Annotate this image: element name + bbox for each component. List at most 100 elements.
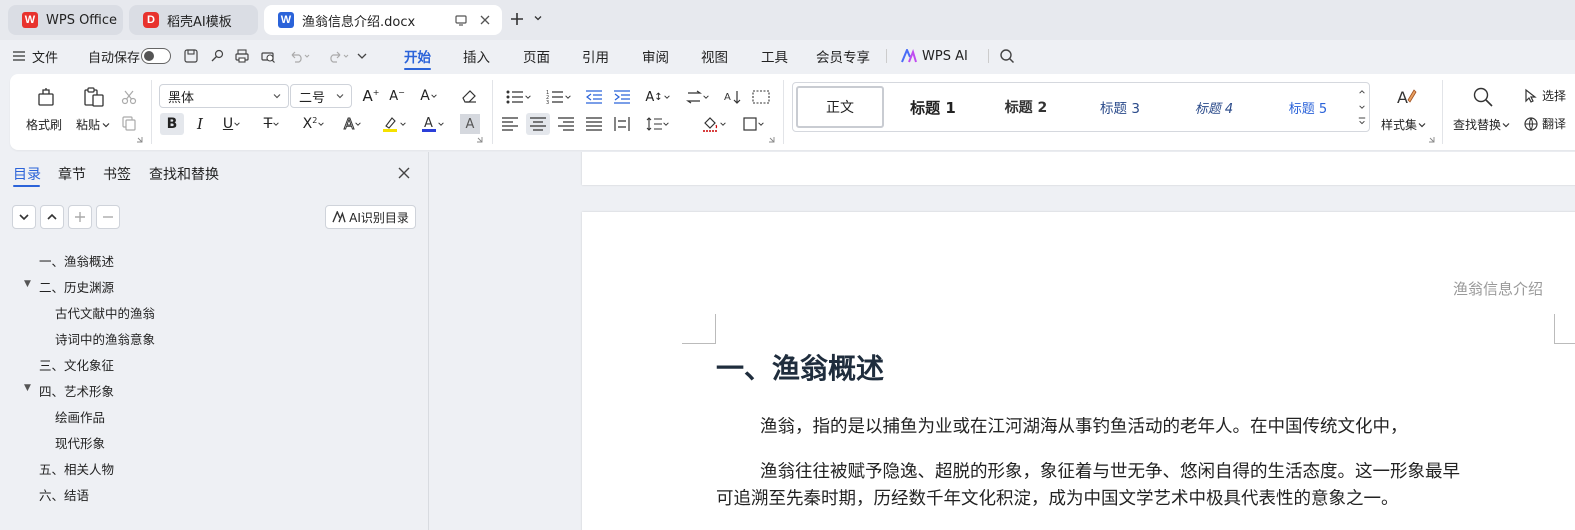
- translate-button[interactable]: 翻译: [1523, 115, 1566, 132]
- collapse-all-button[interactable]: [12, 205, 36, 229]
- document-canvas[interactable]: 渔翁信息介绍 一、渔翁概述 渔翁，指的是以捕鱼为业或在江河湖海从事钓鱼活动的老年…: [429, 152, 1575, 530]
- tab-insert[interactable]: 插入: [463, 40, 490, 72]
- paste-icon[interactable]: [80, 84, 108, 110]
- expand-triangle-icon[interactable]: ▼: [24, 383, 31, 393]
- nav-tab-toc[interactable]: 目录: [13, 164, 41, 184]
- increase-indent-icon[interactable]: [612, 87, 632, 107]
- window-mode-icon[interactable]: [454, 13, 468, 27]
- close-tab-icon[interactable]: [478, 13, 492, 27]
- dialog-launcher-icon[interactable]: [136, 136, 143, 143]
- tab-home[interactable]: 开始: [404, 40, 431, 72]
- text-flow-icon[interactable]: [682, 87, 714, 107]
- close-pane-icon[interactable]: [397, 166, 411, 180]
- document-page[interactable]: 渔翁信息介绍 一、渔翁概述 渔翁，指的是以捕鱼为业或在江河湖海从事钓鱼活动的老年…: [582, 212, 1575, 530]
- style-heading-1[interactable]: 标题 1: [888, 86, 978, 128]
- expand-triangle-icon[interactable]: ▼: [24, 279, 31, 289]
- undo-icon[interactable]: [289, 40, 311, 72]
- new-tab-plus-icon[interactable]: [509, 11, 525, 27]
- ai-recognize-toc-button[interactable]: AI识别目录: [325, 205, 416, 229]
- file-menu[interactable]: 文件: [13, 40, 58, 72]
- gallery-scroll-down-icon[interactable]: [1358, 103, 1366, 111]
- share-link-icon[interactable]: [209, 40, 225, 72]
- format-painter-label[interactable]: 格式刷: [26, 116, 62, 133]
- select-button[interactable]: 选择: [1523, 87, 1566, 104]
- gallery-expand-icon[interactable]: [1358, 117, 1366, 127]
- format-painter-icon[interactable]: [32, 84, 60, 110]
- toc-item[interactable]: 二、历史渊源: [39, 277, 114, 296]
- style-heading-4[interactable]: 标题 4: [1169, 86, 1259, 128]
- dialog-launcher-icon[interactable]: [476, 136, 483, 143]
- more-quick-access-chevron-icon[interactable]: [356, 40, 368, 72]
- find-replace-dropdown[interactable]: 查找替换: [1453, 116, 1511, 133]
- print-icon[interactable]: [234, 40, 250, 72]
- distributed-align-icon[interactable]: [612, 114, 632, 134]
- clear-formatting-eraser-icon[interactable]: [458, 86, 480, 106]
- shading-bucket-icon[interactable]: [698, 114, 730, 134]
- dialog-launcher-icon[interactable]: [768, 136, 775, 143]
- decrease-font-size-icon[interactable]: A −: [386, 86, 408, 106]
- save-icon[interactable]: [183, 40, 199, 72]
- tab-wps-office[interactable]: W WPS Office: [8, 5, 123, 35]
- gallery-scroll-up-icon[interactable]: [1358, 88, 1366, 96]
- toc-item[interactable]: 五、相关人物: [39, 459, 114, 478]
- align-left-icon[interactable]: [500, 114, 520, 134]
- search-icon[interactable]: [999, 40, 1015, 72]
- remove-heading-button[interactable]: [96, 205, 120, 229]
- tab-view[interactable]: 视图: [701, 40, 728, 72]
- bold-button[interactable]: B: [160, 113, 184, 135]
- tab-page[interactable]: 页面: [523, 40, 550, 72]
- strikethrough-button[interactable]: T: [258, 113, 286, 135]
- align-center-icon[interactable]: [526, 113, 550, 135]
- tab-list-chevron-icon[interactable]: [533, 13, 543, 23]
- autosave-toggle[interactable]: [141, 40, 171, 72]
- character-shading-icon[interactable]: A: [460, 114, 480, 134]
- decrease-indent-icon[interactable]: [584, 87, 604, 107]
- toc-item[interactable]: 诗词中的渔翁意象: [55, 329, 155, 348]
- tab-member[interactable]: 会员专享: [816, 40, 870, 72]
- toc-item[interactable]: 六、结语: [39, 485, 89, 504]
- dialog-launcher-icon[interactable]: [1428, 136, 1435, 143]
- toc-item[interactable]: 四、艺术形象: [39, 381, 114, 400]
- toc-item[interactable]: 一、渔翁概述: [39, 251, 114, 270]
- align-justify-icon[interactable]: [584, 114, 604, 134]
- nav-tab-sections[interactable]: 章节: [58, 164, 86, 184]
- toc-item[interactable]: 绘画作品: [55, 407, 105, 426]
- borders-icon[interactable]: [738, 114, 770, 134]
- tab-tools[interactable]: 工具: [761, 40, 788, 72]
- style-normal[interactable]: 正文: [796, 86, 884, 128]
- text-effect-button[interactable]: A: [338, 113, 368, 135]
- text-direction-icon[interactable]: A ↕: [642, 87, 674, 107]
- paste-dropdown[interactable]: 粘贴: [76, 116, 111, 133]
- sort-icon[interactable]: A: [722, 87, 744, 107]
- find-magnifier-icon[interactable]: [1469, 84, 1497, 110]
- italic-button[interactable]: I: [188, 113, 212, 135]
- nav-tab-find-replace[interactable]: 查找和替换: [149, 164, 219, 184]
- tab-document[interactable]: W 渔翁信息介绍.docx: [264, 5, 502, 35]
- align-right-icon[interactable]: [556, 114, 576, 134]
- print-preview-icon[interactable]: [260, 40, 276, 72]
- redo-icon[interactable]: [328, 40, 350, 72]
- wps-ai-button[interactable]: WPS AI: [901, 40, 968, 72]
- line-spacing-icon[interactable]: [642, 114, 674, 134]
- toc-item[interactable]: 现代形象: [55, 433, 105, 452]
- toc-item[interactable]: 三、文化象征: [39, 355, 114, 374]
- nav-tab-bookmarks[interactable]: 书签: [103, 164, 131, 184]
- style-set-dropdown[interactable]: 样式集: [1381, 116, 1427, 133]
- cut-icon[interactable]: [120, 88, 138, 106]
- font-size-select[interactable]: 二号: [290, 84, 352, 108]
- underline-button[interactable]: U: [218, 113, 246, 135]
- show-hide-marks-icon[interactable]: [750, 87, 772, 107]
- font-name-select[interactable]: 黑体: [159, 84, 289, 108]
- tab-review[interactable]: 审阅: [642, 40, 669, 72]
- bullet-list-icon[interactable]: [504, 87, 534, 107]
- style-set-icon[interactable]: A: [1392, 84, 1420, 110]
- style-heading-2[interactable]: 标题 2: [981, 86, 1071, 128]
- copy-icon[interactable]: [120, 114, 138, 132]
- expand-up-button[interactable]: [40, 205, 64, 229]
- add-heading-button[interactable]: [68, 205, 92, 229]
- style-heading-3[interactable]: 标题 3: [1075, 86, 1165, 128]
- highlight-color-button[interactable]: [378, 113, 410, 135]
- style-heading-5[interactable]: 标题 5: [1263, 86, 1353, 128]
- tab-docer-ai-template[interactable]: D 稻壳AI模板: [129, 5, 258, 35]
- phonetic-guide-icon[interactable]: A: [414, 86, 444, 106]
